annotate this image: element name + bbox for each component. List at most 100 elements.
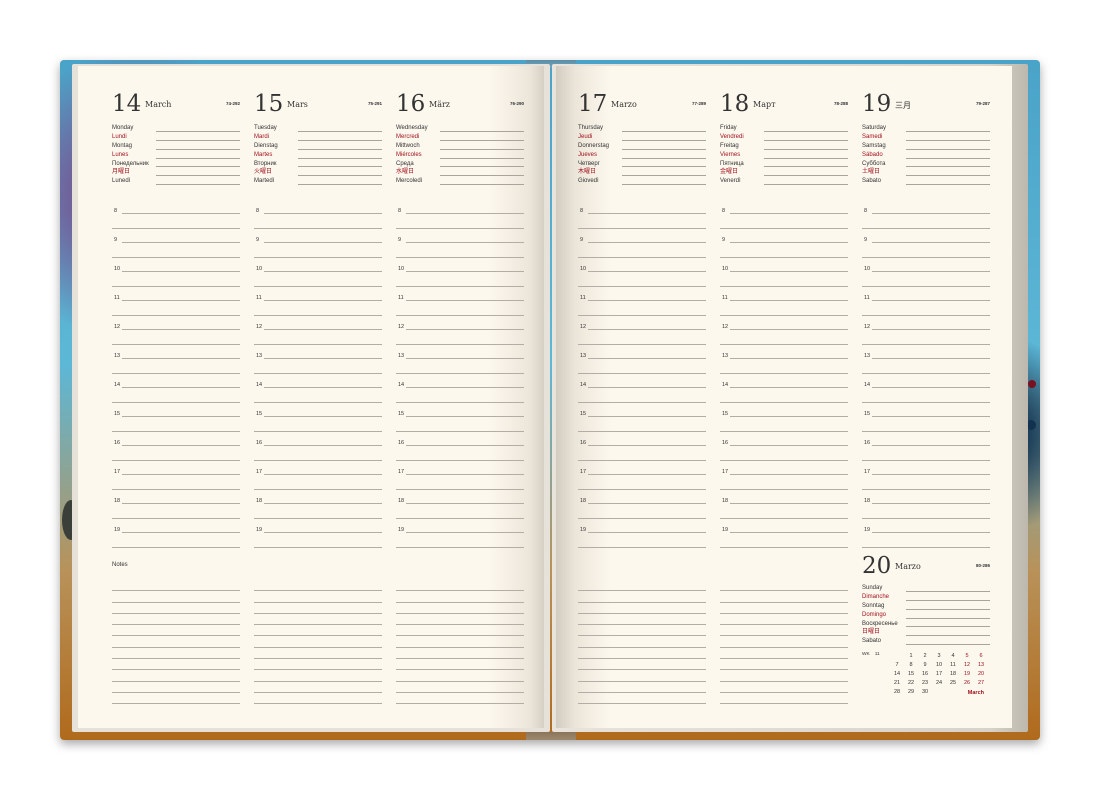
writing-line[interactable] <box>588 387 706 388</box>
writing-line[interactable] <box>156 157 240 159</box>
calendar-day[interactable]: 30 <box>918 688 932 697</box>
writing-line[interactable] <box>588 271 706 272</box>
calendar-day[interactable]: 25 <box>946 679 960 688</box>
notes-line[interactable] <box>254 614 382 626</box>
writing-line[interactable] <box>872 532 990 533</box>
writing-line[interactable] <box>406 445 524 446</box>
writing-line[interactable] <box>264 271 382 272</box>
writing-line[interactable] <box>298 148 382 150</box>
notes-line[interactable] <box>254 659 382 671</box>
writing-line[interactable] <box>264 242 382 243</box>
writing-line[interactable] <box>396 547 524 548</box>
writing-line[interactable] <box>720 286 848 287</box>
notes-area[interactable] <box>396 580 524 705</box>
writing-line[interactable] <box>730 532 848 533</box>
writing-line[interactable] <box>588 474 706 475</box>
writing-line[interactable] <box>588 532 706 533</box>
hour-slot[interactable]: 10 <box>720 264 848 293</box>
writing-line[interactable] <box>720 460 848 461</box>
writing-line[interactable] <box>254 257 382 258</box>
writing-line[interactable] <box>578 547 706 548</box>
writing-line[interactable] <box>406 358 524 359</box>
writing-line[interactable] <box>578 228 706 229</box>
hour-slot[interactable]: 15 <box>396 409 524 438</box>
writing-line[interactable] <box>578 373 706 374</box>
hour-slot[interactable]: 18 <box>578 496 706 525</box>
hour-slot[interactable]: 18 <box>862 496 990 525</box>
writing-line[interactable] <box>112 518 240 519</box>
writing-line[interactable] <box>406 503 524 504</box>
hour-slot[interactable]: 9 <box>578 235 706 264</box>
writing-line[interactable] <box>588 503 706 504</box>
writing-line[interactable] <box>112 402 240 403</box>
hour-slot[interactable]: 15 <box>254 409 382 438</box>
hour-slot[interactable]: 18 <box>254 496 382 525</box>
writing-line[interactable] <box>872 503 990 504</box>
writing-line[interactable] <box>906 139 990 141</box>
writing-line[interactable] <box>254 344 382 345</box>
writing-line[interactable] <box>720 547 848 548</box>
writing-line[interactable] <box>588 213 706 214</box>
writing-line[interactable] <box>112 257 240 258</box>
hour-slot[interactable]: 12 <box>396 322 524 351</box>
writing-line[interactable] <box>264 300 382 301</box>
hour-slot[interactable]: 9 <box>396 235 524 264</box>
notes-line[interactable] <box>112 614 240 626</box>
writing-line[interactable] <box>122 300 240 301</box>
writing-line[interactable] <box>872 329 990 330</box>
hour-slot[interactable]: 14 <box>254 380 382 409</box>
notes-line[interactable] <box>112 636 240 648</box>
calendar-day[interactable]: 5 <box>960 652 974 661</box>
notes-line[interactable] <box>112 580 240 592</box>
hour-slot[interactable]: 14 <box>578 380 706 409</box>
calendar-day[interactable]: 1 <box>904 652 918 661</box>
writing-line[interactable] <box>872 416 990 417</box>
hour-slot[interactable]: 14 <box>396 380 524 409</box>
hour-slot[interactable]: 16 <box>862 438 990 467</box>
notes-line[interactable] <box>578 693 706 705</box>
writing-line[interactable] <box>862 489 990 490</box>
hour-slot[interactable]: 10 <box>112 264 240 293</box>
writing-line[interactable] <box>122 242 240 243</box>
calendar-day[interactable]: 4 <box>946 652 960 661</box>
writing-line[interactable] <box>720 402 848 403</box>
writing-line[interactable] <box>730 300 848 301</box>
hour-slot[interactable]: 14 <box>862 380 990 409</box>
calendar-day[interactable]: 13 <box>974 661 988 670</box>
notes-line[interactable] <box>396 580 524 592</box>
writing-line[interactable] <box>872 474 990 475</box>
writing-line[interactable] <box>298 130 382 132</box>
writing-line[interactable] <box>396 344 524 345</box>
notes-line[interactable] <box>720 693 848 705</box>
writing-line[interactable] <box>396 460 524 461</box>
calendar-day[interactable]: 27 <box>974 679 988 688</box>
writing-line[interactable] <box>298 175 382 177</box>
calendar-day[interactable]: 11 <box>946 661 960 670</box>
writing-line[interactable] <box>872 271 990 272</box>
writing-line[interactable] <box>396 228 524 229</box>
hour-slot[interactable]: 19 <box>254 525 382 554</box>
writing-line[interactable] <box>254 286 382 287</box>
notes-line[interactable] <box>578 591 706 603</box>
notes-line[interactable] <box>578 670 706 682</box>
writing-line[interactable] <box>906 617 990 619</box>
notes-line[interactable] <box>396 659 524 671</box>
writing-line[interactable] <box>764 148 848 150</box>
notes-line[interactable] <box>112 625 240 637</box>
hour-slot[interactable]: 8 <box>112 206 240 235</box>
writing-line[interactable] <box>730 416 848 417</box>
writing-line[interactable] <box>622 175 706 177</box>
writing-line[interactable] <box>112 315 240 316</box>
writing-line[interactable] <box>730 474 848 475</box>
hour-slot[interactable]: 16 <box>720 438 848 467</box>
calendar-day[interactable]: 20 <box>974 670 988 679</box>
writing-line[interactable] <box>578 402 706 403</box>
writing-line[interactable] <box>406 242 524 243</box>
calendar-day[interactable]: 28 <box>890 688 904 697</box>
writing-line[interactable] <box>264 329 382 330</box>
hour-slot[interactable]: 10 <box>396 264 524 293</box>
notes-line[interactable] <box>396 682 524 693</box>
hour-slot[interactable]: 15 <box>578 409 706 438</box>
notes-line[interactable] <box>578 625 706 637</box>
calendar-day[interactable]: 2 <box>918 652 932 661</box>
